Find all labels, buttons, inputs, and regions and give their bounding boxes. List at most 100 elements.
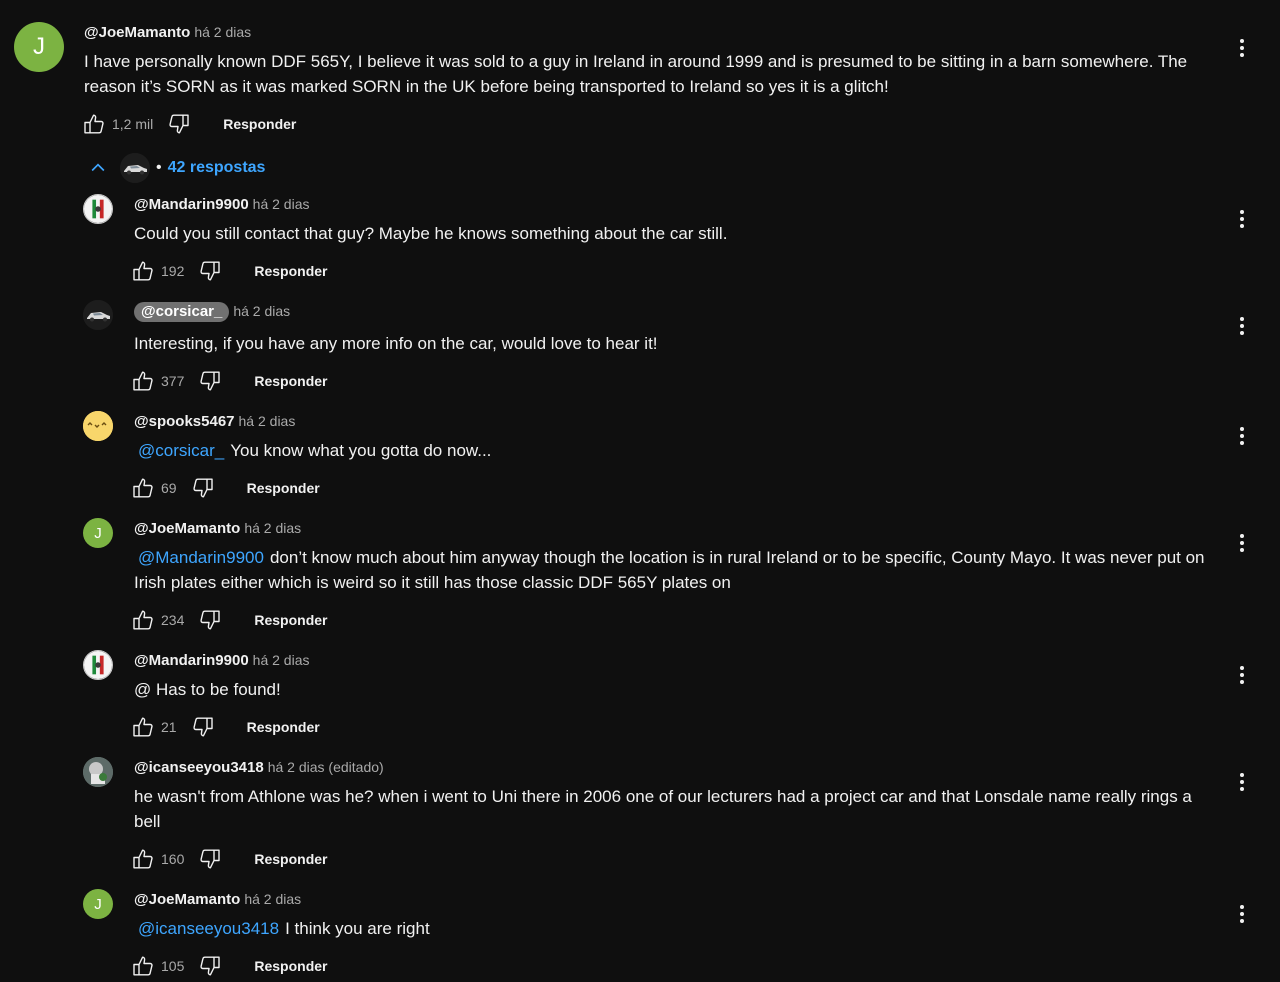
reply-item: @icanseeyou3418 há 2 dias (editado) he wa… (0, 753, 1280, 878)
comment-actions: 377 Responder (131, 367, 327, 395)
avatar[interactable]: J (83, 518, 113, 548)
comment-time[interactable]: há 2 dias (194, 24, 251, 40)
more-actions-button[interactable] (1230, 770, 1254, 794)
dislike-button[interactable] (167, 112, 191, 136)
avatar[interactable] (83, 300, 113, 330)
more-actions-button[interactable] (1230, 314, 1254, 338)
dislike-button[interactable] (198, 259, 222, 283)
creator-author-chip[interactable]: @corsicar_ (134, 302, 230, 322)
author-name[interactable]: @spooks5467 (134, 413, 235, 430)
reply-item: @corsicar_ há 2 dias Interesting, if you … (0, 298, 1280, 398)
comment-header: @spooks5467 há 2 dias (134, 413, 295, 430)
comment-time[interactable]: há 2 dias (253, 652, 310, 668)
more-actions-button[interactable] (1230, 36, 1254, 60)
comment-time[interactable]: há 2 dias (editado) (268, 759, 384, 775)
more-vert-icon (1230, 207, 1254, 231)
author-name[interactable]: @Mandarin9900 (134, 652, 249, 669)
thumbs-up-icon (131, 954, 155, 978)
author-name[interactable]: @JoeMamanto (84, 24, 190, 41)
avatar[interactable] (83, 411, 113, 441)
reply-button[interactable]: Responder (254, 958, 327, 974)
flag-avatar-icon (84, 650, 112, 680)
reply-item: @Mandarin9900 há 2 dias Could you still c… (0, 190, 1280, 290)
comment-header: @JoeMamanto há 2 dias (134, 891, 301, 908)
avatar[interactable] (83, 650, 113, 680)
dislike-button[interactable] (191, 476, 215, 500)
like-count: 160 (161, 851, 185, 867)
comment-header: @Mandarin9900 há 2 dias (134, 196, 310, 213)
comment-time[interactable]: há 2 dias (244, 520, 301, 536)
comment-actions: 192 Responder (131, 257, 327, 285)
thumbs-up-icon (131, 608, 155, 632)
reply-button[interactable]: Responder (223, 116, 296, 132)
dislike-button[interactable] (191, 715, 215, 739)
thumbs-down-icon (198, 608, 222, 632)
like-button[interactable] (131, 715, 155, 739)
like-count: 192 (161, 263, 185, 279)
avatar[interactable] (83, 194, 113, 224)
mention-link[interactable]: @corsicar_ (138, 441, 224, 460)
dislike-button[interactable] (198, 608, 222, 632)
reply-button[interactable]: Responder (247, 480, 320, 496)
comment-text: @Mandarin9900 don’t know much about him a… (134, 545, 1214, 595)
reply-button[interactable]: Responder (254, 612, 327, 628)
comment-text: @ Has to be found! (134, 680, 281, 699)
thumbs-down-icon (198, 369, 222, 393)
like-button[interactable] (131, 954, 155, 978)
top-comment: J @JoeMamanto há 2 dias I have personally… (0, 0, 1280, 140)
mention-link[interactable]: @icanseeyou3418 (138, 919, 279, 938)
comment-actions: 105 Responder (131, 952, 327, 980)
author-name[interactable]: @JoeMamanto (134, 520, 240, 537)
comment-time[interactable]: há 2 dias (233, 303, 290, 319)
more-actions-button[interactable] (1230, 902, 1254, 926)
flag-avatar-icon (84, 194, 112, 224)
more-vert-icon (1230, 770, 1254, 794)
mention-link[interactable]: @Mandarin9900 (138, 548, 264, 567)
avatar[interactable]: J (83, 889, 113, 919)
thumbs-down-icon (198, 954, 222, 978)
thumbs-down-icon (167, 112, 191, 136)
thumbs-up-icon (131, 715, 155, 739)
avatar[interactable] (83, 757, 113, 787)
like-button[interactable] (131, 259, 155, 283)
reply-button[interactable]: Responder (254, 373, 327, 389)
dislike-button[interactable] (198, 369, 222, 393)
comment-body: I think you are right (285, 919, 430, 938)
thumbs-up-icon (131, 847, 155, 871)
reply-button[interactable]: Responder (247, 719, 320, 735)
comment-text: Interesting, if you have any more info o… (134, 334, 658, 353)
comment-time[interactable]: há 2 dias (239, 413, 296, 429)
dislike-button[interactable] (198, 847, 222, 871)
avatar[interactable]: J (14, 22, 64, 72)
comment-text: Could you still contact that guy? Maybe … (134, 224, 728, 243)
like-button[interactable] (131, 847, 155, 871)
like-button[interactable] (131, 476, 155, 500)
dislike-button[interactable] (198, 954, 222, 978)
comment-body: You know what you gotta do now... (230, 441, 492, 460)
author-name[interactable]: @Mandarin9900 (134, 196, 249, 213)
more-actions-button[interactable] (1230, 531, 1254, 555)
like-button[interactable] (131, 369, 155, 393)
replies-toggle-button[interactable]: • 42 respostas (88, 152, 265, 184)
author-name[interactable]: @icanseeyou3418 (134, 759, 264, 776)
comment-time[interactable]: há 2 dias (253, 196, 310, 212)
more-actions-button[interactable] (1230, 207, 1254, 231)
more-vert-icon (1230, 663, 1254, 687)
more-vert-icon (1230, 314, 1254, 338)
author-name[interactable]: @JoeMamanto (134, 891, 240, 908)
reply-item: @Mandarin9900 há 2 dias @ Has to be found… (0, 646, 1280, 746)
like-count: 1,2 mil (112, 116, 154, 132)
comment-time[interactable]: há 2 dias (244, 891, 301, 907)
separator-dot: • (156, 159, 162, 176)
avatar-letter: J (33, 33, 45, 60)
like-count: 377 (161, 373, 185, 389)
reply-button[interactable]: Responder (254, 263, 327, 279)
more-actions-button[interactable] (1230, 424, 1254, 448)
reply-button[interactable]: Responder (254, 851, 327, 867)
like-button[interactable] (82, 112, 106, 136)
like-count: 69 (161, 480, 177, 496)
comment-header: @corsicar_ há 2 dias (134, 302, 290, 322)
like-button[interactable] (131, 608, 155, 632)
more-actions-button[interactable] (1230, 663, 1254, 687)
chevron-up-icon (91, 163, 105, 172)
